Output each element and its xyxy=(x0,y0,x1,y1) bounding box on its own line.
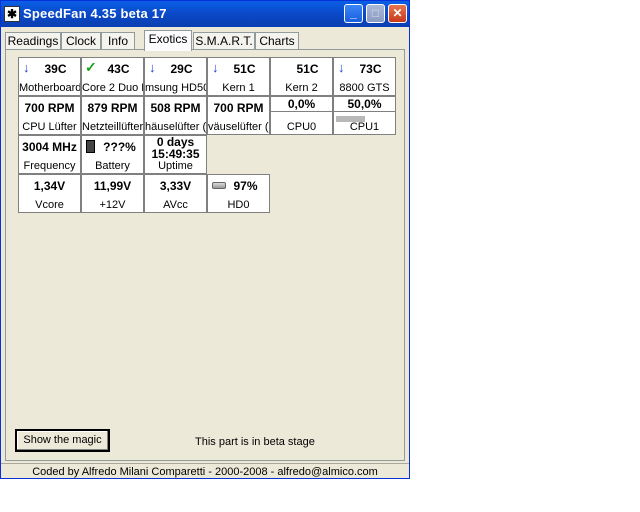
fan-case-front[interactable]: 508 RPM häuselüfter (v xyxy=(144,96,207,135)
minimize-button[interactable]: _ xyxy=(344,4,363,23)
hdd-health[interactable]: 97% HD0 xyxy=(207,174,270,213)
temp-motherboard[interactable]: ↓ 39C Motherboard xyxy=(18,57,81,96)
battery[interactable]: ???% Battery xyxy=(81,135,144,174)
show-magic-button[interactable]: Show the magic xyxy=(15,429,110,452)
app-icon[interactable]: ✱ xyxy=(4,6,20,22)
cpu1-usage[interactable]: 50,0% CPU1 xyxy=(333,96,396,135)
tab-smart[interactable]: S.M.A.R.T. xyxy=(193,32,255,50)
title-bar[interactable]: ✱ SpeedFan 4.35 beta 17 _ □ ✕ xyxy=(1,1,409,27)
maximize-button[interactable]: □ xyxy=(366,4,385,23)
temp-core2duo[interactable]: ✓ 43C Core 2 Duo E xyxy=(81,57,144,96)
fan-cpu[interactable]: 700 RPM CPU Lüfter xyxy=(18,96,81,135)
fan-case-rear[interactable]: 700 RPM väuselüfter (hin xyxy=(207,96,270,135)
voltage-avcc[interactable]: 3,33V AVcc xyxy=(144,174,207,213)
beta-note: This part is in beta stage xyxy=(195,436,315,448)
voltage-12v[interactable]: 11,99V +12V xyxy=(81,174,144,213)
tab-clock[interactable]: Clock xyxy=(61,32,101,50)
close-button[interactable]: ✕ xyxy=(388,4,407,23)
window-title: SpeedFan 4.35 beta 17 xyxy=(23,6,167,21)
exotics-panel: ↓ 39C Motherboard ✓ 43C Core 2 Duo E ↓ 2… xyxy=(5,49,405,461)
voltage-vcore[interactable]: 1,34V Vcore xyxy=(18,174,81,213)
temp-kern1[interactable]: ↓ 51C Kern 1 xyxy=(207,57,270,96)
status-bar: Coded by Alfredo Milani Comparetti - 200… xyxy=(1,463,409,480)
temp-samsung-hd[interactable]: ↓ 29C msung HD50 xyxy=(144,57,207,96)
uptime[interactable]: 0 days 15:49:35 Uptime xyxy=(144,135,207,174)
fan-psu[interactable]: 879 RPM Netzteillüfter xyxy=(81,96,144,135)
temp-kern2[interactable]: 51C Kern 2 xyxy=(270,57,333,96)
cpu0-usage[interactable]: 0,0% CPU0 xyxy=(270,96,333,135)
tab-readings[interactable]: Readings xyxy=(5,32,61,50)
readings-area: ↓ 39C Motherboard ✓ 43C Core 2 Duo E ↓ 2… xyxy=(6,50,404,460)
tab-exotics[interactable]: Exotics xyxy=(144,30,192,51)
temp-8800gts[interactable]: ↓ 73C 8800 GTS xyxy=(333,57,396,96)
tab-info[interactable]: Info xyxy=(101,32,135,50)
speedfan-window: ✱ SpeedFan 4.35 beta 17 _ □ ✕ Readings C… xyxy=(0,0,410,479)
tab-charts[interactable]: Charts xyxy=(255,32,299,50)
frequency[interactable]: 3004 MHz Frequency xyxy=(18,135,81,174)
